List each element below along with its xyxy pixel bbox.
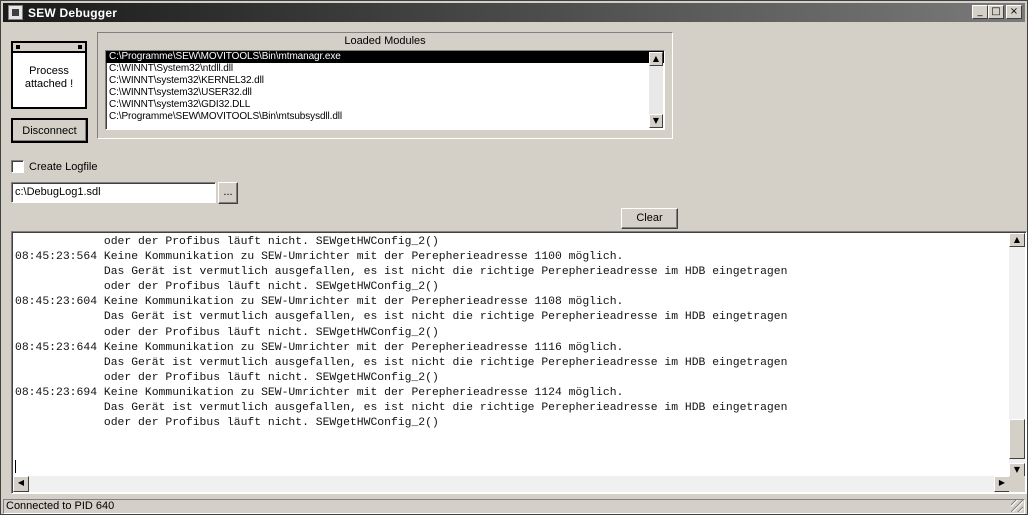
scroll-left-icon[interactable]: ◀ <box>13 476 29 492</box>
resize-grip-icon[interactable] <box>1011 500 1023 512</box>
module-list-item[interactable]: C:\Programme\SEW\MOVITOOLS\Bin\mtsubsysd… <box>106 111 664 123</box>
app-window: SEW Debugger _ □ × Process attached ! Di… <box>0 0 1028 515</box>
module-list-item[interactable]: C:\WINNT\system32\USER32.dll <box>106 87 664 99</box>
disconnect-button[interactable]: Disconnect <box>11 118 88 143</box>
log-horizontal-scrollbar[interactable]: ◀ ▶ <box>13 476 1010 492</box>
scroll-up-icon[interactable]: ▲ <box>1009 233 1025 247</box>
log-line: 08:45:23:564 Keine Kommunikation zu SEW-… <box>15 251 624 264</box>
module-list-item[interactable]: C:\WINNT\system32\KERNEL32.dll <box>106 75 664 87</box>
log-text[interactable]: oder der Profibus läuft nicht. SEWgetHWC… <box>15 235 1010 475</box>
log-line: Das Gerät ist vermutlich ausgefallen, es… <box>15 311 788 324</box>
log-line: oder der Profibus läuft nicht. SEWgetHWC… <box>15 326 439 339</box>
loaded-modules-title: Loaded Modules <box>344 35 426 47</box>
minimize-button[interactable]: _ <box>972 5 988 19</box>
log-line: oder der Profibus läuft nicht. SEWgetHWC… <box>15 417 439 430</box>
process-status-box: Process attached ! <box>11 41 87 109</box>
log-line: 08:45:23:694 Keine Kommunikation zu SEW-… <box>15 386 624 399</box>
logfile-path-input[interactable]: c:\DebugLog1.sdl <box>11 182 216 203</box>
title-bar[interactable]: SEW Debugger _ □ × <box>3 3 1025 22</box>
window-title: SEW Debugger <box>28 5 118 20</box>
log-scroll-thumb[interactable] <box>1009 419 1025 459</box>
log-line: oder der Profibus läuft nicht. SEWgetHWC… <box>15 236 439 248</box>
modules-vertical-scrollbar[interactable]: ▲ ▼ <box>649 52 663 128</box>
log-line: Das Gerät ist vermutlich ausgefallen, es… <box>15 266 788 279</box>
log-output-area[interactable]: oder der Profibus läuft nicht. SEWgetHWC… <box>11 231 1027 494</box>
log-line: Das Gerät ist vermutlich ausgefallen, es… <box>15 402 788 415</box>
scroll-corner <box>1009 476 1025 492</box>
module-list-item[interactable]: C:\WINNT\system32\GDI32.DLL <box>106 99 664 111</box>
loaded-modules-group: Loaded Modules C:\Programme\SEW\MOVITOOL… <box>97 32 673 139</box>
log-line: 08:45:23:644 Keine Kommunikation zu SEW-… <box>15 341 624 354</box>
scroll-down-icon[interactable]: ▼ <box>649 114 663 128</box>
log-line: oder der Profibus läuft nicht. SEWgetHWC… <box>15 281 439 294</box>
loaded-modules-list[interactable]: C:\Programme\SEW\MOVITOOLS\Bin\mtmanagr.… <box>105 50 665 130</box>
log-line: 08:45:23:604 Keine Kommunikation zu SEW-… <box>15 296 624 309</box>
text-caret <box>15 460 16 473</box>
process-box-header <box>13 43 85 53</box>
browse-button[interactable]: ... <box>218 182 238 204</box>
module-list-item[interactable]: C:\WINNT\System32\ntdll.dll <box>106 63 664 75</box>
create-logfile-label[interactable]: Create Logfile <box>29 161 98 173</box>
create-logfile-checkbox[interactable] <box>11 160 24 173</box>
app-icon <box>8 5 23 20</box>
window-controls: _ □ × <box>972 5 1022 19</box>
log-vertical-scrollbar[interactable]: ▲ ▼ <box>1009 233 1025 477</box>
log-line: Das Gerät ist vermutlich ausgefallen, es… <box>15 356 788 369</box>
log-line: oder der Profibus läuft nicht. SEWgetHWC… <box>15 371 439 384</box>
maximize-button[interactable]: □ <box>988 5 1004 19</box>
clear-button[interactable]: Clear <box>621 208 678 229</box>
scroll-down-icon[interactable]: ▼ <box>1009 463 1025 477</box>
process-status-text: Process attached ! <box>24 65 74 90</box>
close-button[interactable]: × <box>1006 5 1022 19</box>
create-logfile-row[interactable]: Create Logfile <box>11 160 98 173</box>
status-bar: Connected to PID 640 <box>3 499 1025 514</box>
scroll-up-icon[interactable]: ▲ <box>649 52 663 66</box>
scroll-right-icon[interactable]: ▶ <box>994 476 1010 492</box>
module-list-item[interactable]: C:\Programme\SEW\MOVITOOLS\Bin\mtmanagr.… <box>106 51 664 63</box>
status-text: Connected to PID 640 <box>6 500 115 512</box>
